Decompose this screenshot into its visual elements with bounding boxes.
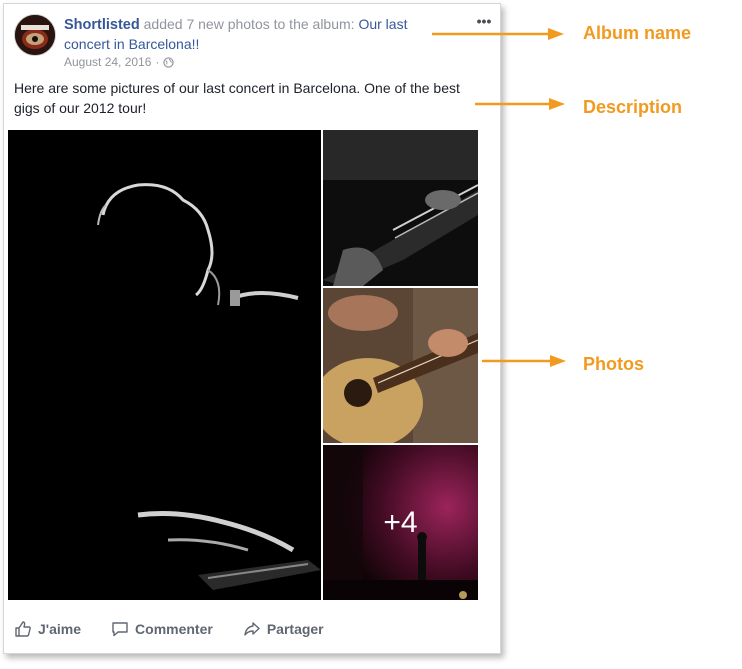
photos-annotation: Photos [583,354,644,374]
page-avatar[interactable] [14,14,56,56]
comment-icon [112,622,128,637]
post-date[interactable]: August 24, 2016 [64,55,151,69]
share-icon [244,622,260,636]
share-button[interactable]: Partager [243,620,324,638]
like-label: J'aime [38,621,82,637]
post-header: Shortlisted added 7 new photos to the al… [64,15,429,54]
thumbs-up-icon [15,621,31,637]
pianist-photo [8,130,321,600]
globe-icon [163,56,175,68]
photo-concert-stage[interactable]: +4 [323,445,478,600]
comment-button[interactable]: Commenter [111,620,213,638]
more-photos-count[interactable]: +4 [323,445,478,600]
post-action-text: added 7 new photos to the album: [139,16,359,32]
author-name-link[interactable]: Shortlisted [64,17,140,33]
share-label: Partager [266,621,324,637]
description-arrow [475,98,565,110]
photos-arrow [482,355,566,367]
comment-label: Commenter [135,621,213,637]
guitar-avatar-icon [15,15,55,55]
photo-main[interactable] [8,130,321,600]
photo-acoustic-guitar[interactable] [323,288,478,443]
album-name-annotation: Album name [583,23,692,43]
description-annotation: Description [583,97,683,117]
separator-dot: · [155,55,160,69]
post-meta: August 24, 2016 · [64,55,175,69]
acoustic-guitar-photo [323,288,478,443]
post-actions-bar: J'aime Commenter Partager [14,614,324,644]
post-description: Here are some pictures of our last conce… [14,80,460,116]
facebook-post-card: Shortlisted added 7 new photos to the al… [3,3,501,654]
album-name-arrow [432,28,564,40]
photo-guitar-dark[interactable] [323,130,478,286]
like-button[interactable]: J'aime [14,620,81,638]
guitar-dark-photo [323,130,478,286]
